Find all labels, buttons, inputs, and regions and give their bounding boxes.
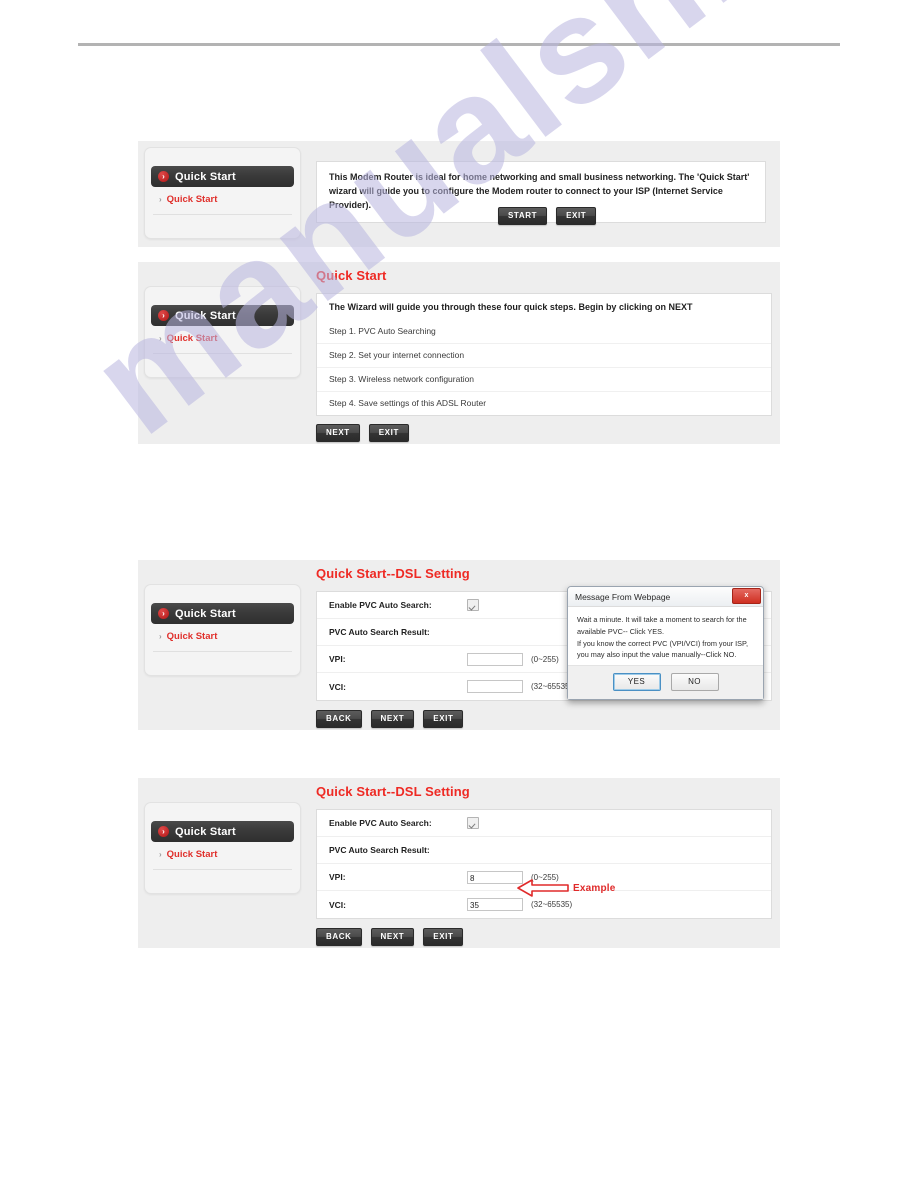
exit-button[interactable]: EXIT bbox=[368, 424, 409, 442]
chevron-right-small-icon: › bbox=[159, 632, 162, 641]
sidebar-subitem-quick-start[interactable]: › Quick Start bbox=[159, 631, 300, 642]
exit-button[interactable]: EXIT bbox=[423, 710, 464, 728]
sidebar-subitem-label: Quick Start bbox=[166, 849, 218, 860]
panel-4-content: Quick Start--DSL Setting Enable PVC Auto… bbox=[316, 784, 772, 919]
screenshot-panel-4: › Quick Start › Quick Start Quick Start-… bbox=[138, 778, 780, 948]
chevron-right-icon: › bbox=[158, 171, 169, 182]
exit-button[interactable]: EXIT bbox=[423, 928, 464, 946]
sidebar-subitem-quick-start[interactable]: › Quick Start bbox=[159, 333, 300, 344]
enable-pvc-label: Enable PVC Auto Search: bbox=[329, 818, 432, 828]
back-button[interactable]: BACK bbox=[316, 710, 362, 728]
screenshot-panel-2: › Quick Start › Quick Start Quick Start … bbox=[138, 262, 780, 444]
dialog-message-line-2: available PVC-- Click YES. bbox=[577, 626, 665, 636]
chevron-right-icon: › bbox=[158, 310, 169, 321]
vpi-range-hint: (0~255) bbox=[531, 654, 559, 664]
steps-card: The Wizard will guide you through these … bbox=[316, 293, 772, 416]
vpi-input[interactable]: 8 bbox=[467, 870, 523, 884]
vci-range-hint: (32~65535) bbox=[531, 900, 573, 909]
yes-button[interactable]: YES bbox=[612, 673, 661, 692]
steps-heading: The Wizard will guide you through these … bbox=[329, 302, 693, 312]
dialog-message-line-1: Wait a minute. It will take a moment to … bbox=[577, 615, 747, 624]
sidebar-subitem-quick-start[interactable]: › Quick Start bbox=[159, 849, 300, 860]
example-label: Example bbox=[573, 882, 616, 894]
row-pvc-auto-search-result: PVC Auto Search Result: bbox=[317, 837, 771, 864]
sidebar-subitem-label: Quick Start bbox=[166, 194, 218, 205]
next-button[interactable]: NEXT bbox=[370, 710, 415, 728]
pvc-result-label: PVC Auto Search Result: bbox=[329, 627, 430, 637]
vci-input[interactable]: 35 bbox=[467, 898, 523, 911]
sidebar-subitem-label: Quick Start bbox=[166, 631, 218, 642]
chevron-right-small-icon: › bbox=[159, 334, 162, 343]
dialog-title: Message From Webpage bbox=[575, 591, 671, 602]
page-title: Quick Start--DSL Setting bbox=[316, 784, 470, 799]
left-arrow-icon bbox=[517, 879, 569, 897]
vci-range-hint: (32~65535) bbox=[531, 682, 573, 691]
vci-label: VCI: bbox=[329, 899, 346, 910]
message-from-webpage-dialog: Message From Webpage x Wait a minute. It… bbox=[567, 586, 764, 701]
vpi-input[interactable] bbox=[467, 652, 523, 666]
enable-pvc-label: Enable PVC Auto Search: bbox=[329, 600, 432, 610]
vci-label: VCI: bbox=[329, 681, 346, 692]
next-button[interactable]: NEXT bbox=[316, 424, 360, 442]
sidebar-item-label: Quick Start bbox=[175, 309, 236, 322]
screenshot-panel-1: › Quick Start › Quick Start This Modem R… bbox=[138, 141, 780, 247]
chevron-right-small-icon: › bbox=[159, 850, 162, 859]
page-title: Quick Start bbox=[316, 268, 387, 283]
sidebar-divider bbox=[153, 869, 292, 870]
row-enable-pvc-auto-search: Enable PVC Auto Search: bbox=[317, 810, 771, 837]
sidebar-card-1: › Quick Start › Quick Start bbox=[144, 147, 301, 239]
sidebar-divider bbox=[153, 214, 292, 215]
step-row: Step 1. PVC Auto Searching bbox=[317, 320, 771, 344]
sidebar-card-4: › Quick Start › Quick Start bbox=[144, 802, 301, 894]
enable-pvc-checkbox[interactable] bbox=[467, 599, 479, 611]
dialog-message-line-3: If you know the correct PVC (VPI/VCI) fr… bbox=[577, 638, 748, 648]
no-button[interactable]: NO bbox=[670, 673, 719, 692]
dialog-buttons: YES NO bbox=[568, 665, 763, 700]
sidebar-item-quick-start[interactable]: › Quick Start bbox=[151, 603, 294, 624]
step-row: Step 2. Set your internet connection bbox=[317, 344, 771, 368]
chevron-right-icon: › bbox=[158, 608, 169, 619]
page-title: Quick Start--DSL Setting bbox=[316, 566, 470, 581]
header-divider bbox=[78, 43, 840, 46]
sidebar-divider bbox=[153, 651, 292, 652]
sidebar-divider bbox=[153, 353, 292, 354]
vpi-label: VPI: bbox=[329, 654, 346, 664]
enable-pvc-checkbox[interactable] bbox=[467, 817, 479, 829]
step-row: Step 3. Wireless network configuration bbox=[317, 368, 771, 392]
sidebar-item-label: Quick Start bbox=[175, 170, 236, 183]
example-callout: Example bbox=[516, 878, 616, 898]
dialog-message-line-4: you may also input the value manually--C… bbox=[577, 650, 737, 660]
start-button[interactable]: START bbox=[498, 207, 548, 225]
dialog-body: Wait a minute. It will take a moment to … bbox=[568, 606, 763, 666]
panel-2-buttons: NEXT EXIT bbox=[316, 424, 409, 442]
sidebar-item-label: Quick Start bbox=[175, 607, 236, 620]
panel-3-buttons: BACK NEXT EXIT bbox=[316, 710, 464, 728]
back-button[interactable]: BACK bbox=[316, 928, 362, 946]
sidebar-item-label: Quick Start bbox=[175, 825, 236, 838]
sidebar-subitem-quick-start[interactable]: › Quick Start bbox=[159, 194, 300, 205]
sidebar-item-quick-start[interactable]: › Quick Start bbox=[151, 305, 294, 326]
dialog-titlebar: Message From Webpage x bbox=[568, 587, 763, 606]
close-icon[interactable]: x bbox=[732, 588, 761, 604]
dsl-form-card: Enable PVC Auto Search: PVC Auto Search … bbox=[316, 809, 772, 919]
panel-2-content: Quick Start The Wizard will guide you th… bbox=[316, 268, 772, 416]
pvc-result-label: PVC Auto Search Result: bbox=[329, 845, 430, 855]
vci-input[interactable] bbox=[467, 680, 523, 693]
sidebar-subitem-label: Quick Start bbox=[166, 333, 218, 344]
chevron-right-small-icon: › bbox=[159, 195, 162, 204]
sidebar-item-quick-start[interactable]: › Quick Start bbox=[151, 166, 294, 187]
vpi-label: VPI: bbox=[329, 872, 346, 882]
sidebar-card-2: › Quick Start › Quick Start bbox=[144, 286, 301, 378]
next-button[interactable]: NEXT bbox=[370, 928, 415, 946]
exit-button[interactable]: EXIT bbox=[556, 207, 597, 225]
step-row: Step 4. Save settings of this ADSL Route… bbox=[329, 398, 487, 408]
panel-1-buttons: START EXIT bbox=[498, 207, 597, 225]
sidebar-item-quick-start[interactable]: › Quick Start bbox=[151, 821, 294, 842]
sidebar-card-3: › Quick Start › Quick Start bbox=[144, 584, 301, 676]
panel-4-buttons: BACK NEXT EXIT bbox=[316, 928, 464, 946]
chevron-right-icon: › bbox=[158, 826, 169, 837]
